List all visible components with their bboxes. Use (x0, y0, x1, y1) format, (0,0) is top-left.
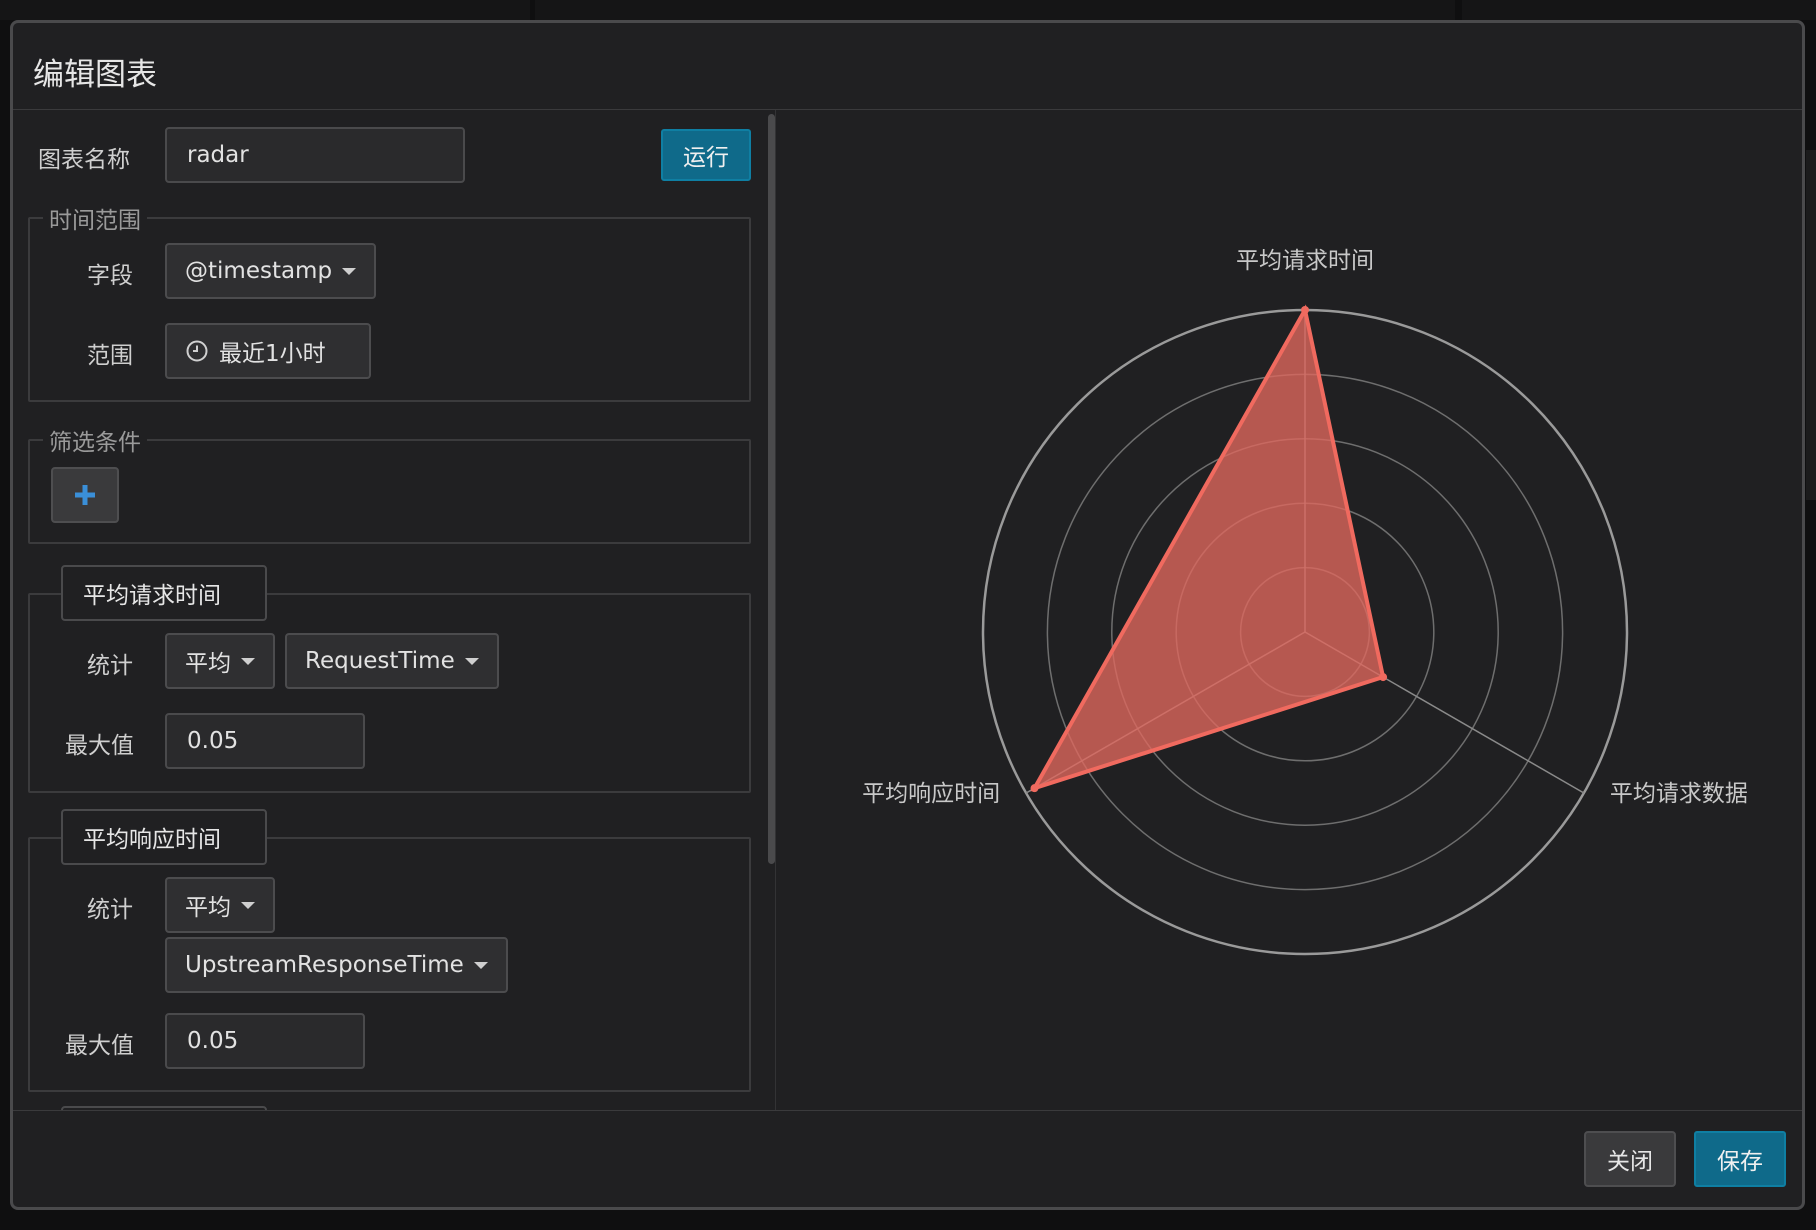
edit-chart-modal: 编辑图表 图表名称 运行 时间范围 字段 @timestamp 范围 最近1小时 (10, 20, 1805, 1210)
time-range-value: 最近1小时 (219, 341, 326, 367)
chart-settings-panel: 图表名称 运行 时间范围 字段 @timestamp 范围 最近1小时 筛选条件 (13, 110, 773, 1110)
backdrop-panel (1806, 150, 1816, 500)
clock-icon (186, 340, 208, 362)
backdrop-panel (1462, 0, 1816, 20)
aggregation-dropdown[interactable]: 平均 (165, 877, 275, 933)
save-button[interactable]: 保存 (1694, 1131, 1786, 1187)
chart-preview-panel: 平均请求时间平均请求数据 平均响应时间 (776, 110, 1802, 1110)
chart-name-label: 图表名称 (38, 147, 130, 173)
modal-body: 图表名称 运行 时间范围 字段 @timestamp 范围 最近1小时 筛选条件 (13, 110, 1802, 1110)
radar-data-point (1379, 673, 1388, 682)
backdrop-panel (535, 0, 1455, 20)
field-label: 字段 (87, 263, 133, 289)
chevron-down-icon (342, 267, 357, 275)
modal-header: 编辑图表 (13, 23, 1802, 110)
modal-footer: 关闭 保存 (13, 1110, 1802, 1207)
backdrop-panel (0, 0, 530, 20)
max-value-input[interactable] (165, 713, 365, 769)
metric-field-value: UpstreamResponseTime (185, 952, 464, 978)
plus-icon (75, 485, 95, 505)
close-button[interactable]: 关闭 (1584, 1131, 1676, 1187)
radar-indicator-label: 平均请求时间 (1236, 248, 1374, 274)
modal-title: 编辑图表 (33, 57, 157, 93)
max-value-label: 最大值 (65, 733, 134, 759)
chart-name-input[interactable] (165, 127, 465, 183)
metric-name-box[interactable]: 平均响应时间 (61, 809, 267, 865)
metric-field-dropdown[interactable]: UpstreamResponseTime (165, 937, 508, 993)
add-filter-button[interactable] (51, 467, 119, 523)
metric-name-box[interactable]: 平均请求时间 (61, 565, 267, 621)
radar-series-area (1030, 304, 1386, 792)
run-button[interactable]: 运行 (661, 129, 751, 181)
filter-legend: 筛选条件 (43, 423, 147, 457)
stat-label: 统计 (87, 897, 133, 923)
chevron-down-icon (241, 657, 255, 665)
aggregation-value: 平均 (185, 651, 231, 677)
stat-label: 统计 (87, 653, 133, 679)
chevron-down-icon (473, 961, 488, 969)
max-value-input[interactable] (165, 1013, 365, 1069)
metric-field-dropdown[interactable]: RequestTime (285, 633, 499, 689)
time-range-group (28, 217, 751, 402)
timestamp-field-dropdown[interactable]: @timestamp (165, 243, 377, 299)
chevron-down-icon (241, 901, 255, 909)
range-label: 范围 (87, 343, 133, 369)
radar-data-point (1301, 306, 1309, 314)
time-range-legend: 时间范围 (43, 201, 147, 235)
radar-chart: 平均请求时间平均请求数据 平均响应时间 (862, 248, 1748, 956)
aggregation-value: 平均 (185, 895, 231, 921)
metric-field-value: RequestTime (305, 648, 455, 674)
timestamp-field-value: @timestamp (185, 258, 333, 284)
radar-data-point (1030, 784, 1039, 793)
max-value-label: 最大值 (65, 1033, 134, 1059)
radar-indicator-label: 平均响应时间 (862, 781, 1000, 807)
scrollbar[interactable] (768, 114, 775, 864)
aggregation-dropdown[interactable]: 平均 (165, 633, 275, 689)
metric-group (28, 593, 751, 793)
radar-indicator-label: 平均请求数据 (1610, 781, 1748, 807)
time-range-picker[interactable]: 最近1小时 (165, 323, 371, 379)
chevron-down-icon (464, 657, 479, 665)
